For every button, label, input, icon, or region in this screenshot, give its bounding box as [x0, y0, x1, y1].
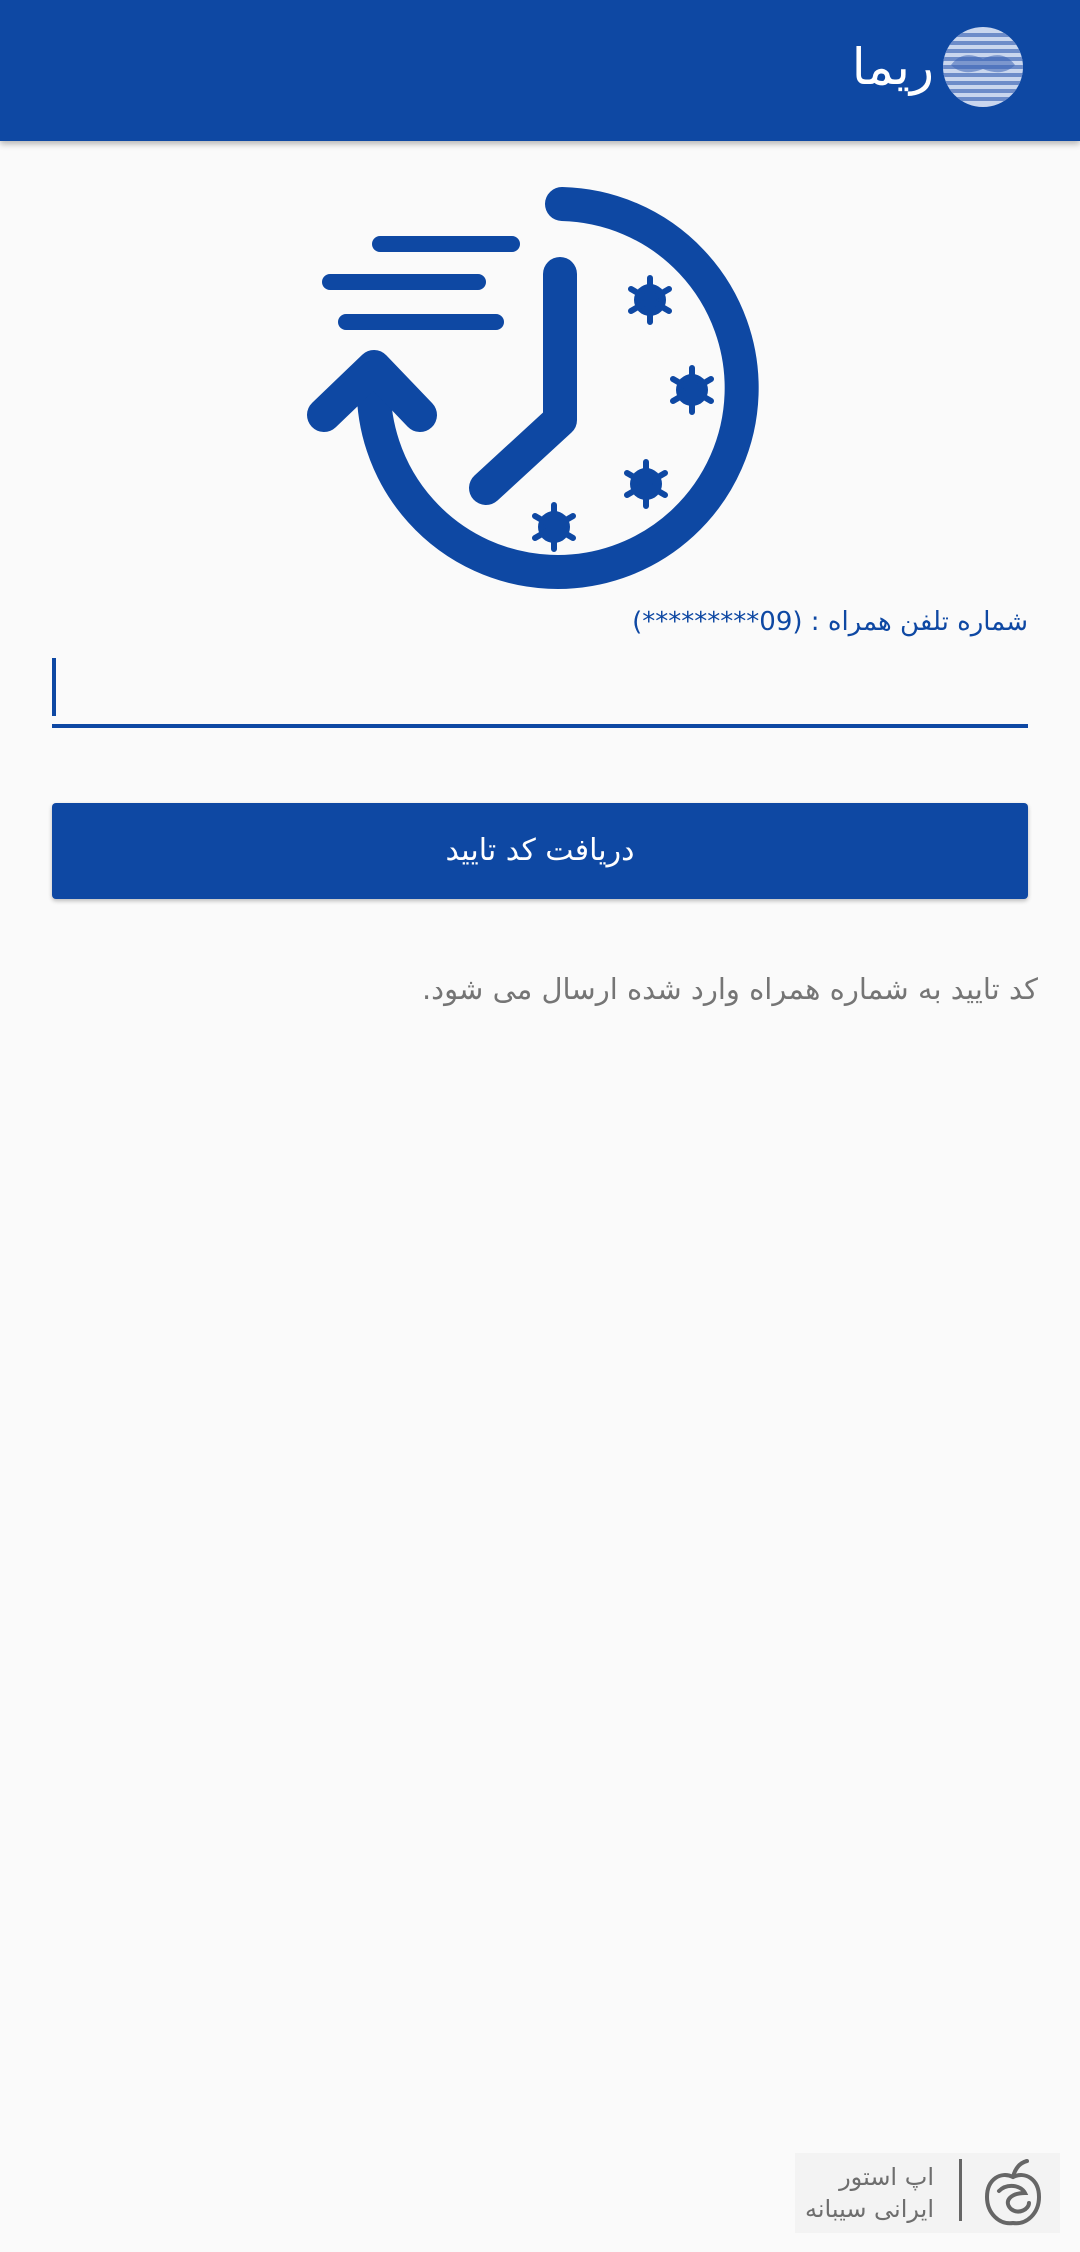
rima-logo-icon	[943, 27, 1023, 107]
app-title: ریما	[851, 38, 934, 96]
phone-number-input[interactable]	[52, 654, 1028, 728]
text-caret	[52, 658, 56, 716]
phone-number-label: شماره تلفن همراه : (09*********)	[632, 607, 1028, 637]
sibaneh-store-badge[interactable]: اپ استور ایرانی سیبانه	[795, 2153, 1060, 2233]
app-bar: ریما	[0, 0, 1080, 141]
store-badge-divider	[959, 2159, 962, 2221]
verification-info-text: کد تایید به شماره همراه وارد شده ارسال م…	[421, 972, 1038, 1006]
sibaneh-apple-icon	[984, 2159, 1042, 2226]
get-verification-code-button[interactable]: دریافت کد تایید	[52, 803, 1028, 899]
phone-number-field[interactable]	[52, 654, 1028, 728]
store-badge-text: اپ استور ایرانی سیبانه	[794, 2161, 934, 2225]
store-badge-line1: اپ استور	[839, 2163, 934, 2191]
store-badge-line2: ایرانی سیبانه	[804, 2195, 934, 2223]
clock-history-icon	[307, 187, 759, 589]
